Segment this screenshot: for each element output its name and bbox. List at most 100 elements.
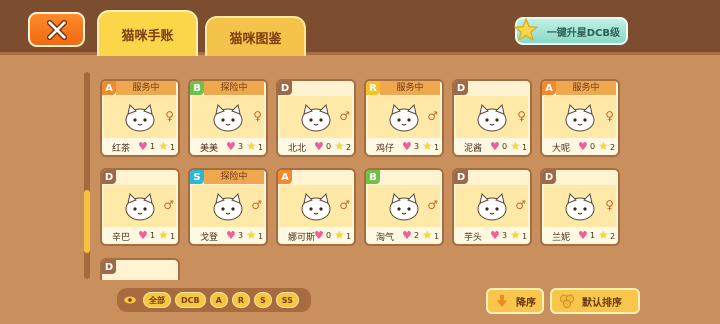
gender-icon: ♀: [605, 109, 614, 123]
gender-icon: ♂: [339, 109, 350, 123]
card-footer: 红茶 ♥ 1 ★ 1: [102, 138, 178, 155]
heart-icon: ♥: [402, 140, 412, 153]
cat-card[interactable]: 探险中 B ♀ 美美 ♥ 3 ★ 1: [188, 79, 268, 157]
gender-icon: ♂: [339, 198, 350, 212]
cat-card[interactable]: D ♀ 兰妮 ♥ 1 ★ 2: [540, 168, 620, 246]
star-icon: ★: [334, 228, 345, 242]
filter-s[interactable]: S: [253, 292, 272, 308]
cat-card[interactable]: A ♂ 娜可斯 ♥ 0 ★ 1: [276, 168, 356, 246]
cat-face-icon: [301, 104, 331, 132]
one-click-upgrade-button[interactable]: 一键升星DCB级: [513, 17, 628, 45]
cat-card[interactable]: D: [100, 258, 180, 280]
heart-icon: ♥: [578, 229, 588, 242]
sort-descending-button[interactable]: 降序: [486, 288, 544, 314]
star-count: 1: [258, 143, 264, 152]
status-text: 服务中: [572, 83, 600, 93]
scrollbar[interactable]: [84, 72, 90, 279]
eye-icon[interactable]: [123, 293, 137, 307]
heart-count: 3: [238, 142, 244, 151]
status-tag: 服务中: [556, 81, 616, 95]
cat-face-icon: [565, 193, 595, 221]
grade-badge: D: [454, 170, 468, 184]
cat-card[interactable]: D ♂ 芋头 ♥ 3 ★ 1: [452, 168, 532, 246]
card-footer: 泥酱 ♥ 0 ★ 1: [454, 138, 530, 155]
gender-icon: ♂: [427, 198, 438, 212]
grade-badge: D: [102, 260, 116, 274]
star-count: 1: [522, 143, 528, 152]
cat-face-icon: [389, 104, 419, 132]
grade-badge: D: [454, 81, 468, 95]
card-footer: 芋头 ♥ 3 ★ 1: [454, 227, 530, 244]
cat-name: 戈登: [200, 233, 219, 243]
star-icon: ★: [334, 139, 345, 153]
gender-icon: ♂: [515, 198, 526, 212]
one-click-upgrade-label: 一键升星DCB级: [546, 27, 620, 39]
grade-badge: R: [366, 81, 380, 95]
star-icon: ★: [422, 139, 433, 153]
star-count: 2: [610, 143, 616, 152]
filter-ss[interactable]: SS: [275, 292, 299, 308]
cat-name: 淘气: [376, 233, 395, 243]
status-tag: 探险中: [204, 81, 264, 95]
card-footer: 兰妮 ♥ 1 ★ 2: [542, 227, 618, 244]
cat-face-icon: [565, 104, 595, 132]
cat-name: 美美: [200, 144, 219, 154]
star-icon: ★: [510, 139, 521, 153]
cat-name: 北北: [288, 144, 307, 154]
star-icon: ★: [598, 139, 609, 153]
cat-name: 红茶: [112, 144, 131, 154]
cat-card[interactable]: 服务中 A ♀ 大呢 ♥ 0 ★ 2: [540, 79, 620, 157]
heart-count: 3: [414, 142, 420, 151]
filter-a[interactable]: A: [209, 292, 228, 308]
card-footer: 大呢 ♥ 0 ★ 2: [542, 138, 618, 155]
star-count: 1: [170, 143, 176, 152]
cat-card[interactable]: D ♂ 北北 ♥ 0 ★ 2: [276, 79, 356, 157]
gender-icon: ♂: [251, 198, 262, 212]
heart-icon: ♥: [138, 229, 148, 242]
close-icon: [46, 19, 67, 40]
status-tag: 服务中: [116, 81, 176, 95]
heart-count: 3: [238, 231, 244, 240]
star-count: 1: [434, 143, 440, 152]
filter-dcb[interactable]: DCB: [175, 292, 206, 308]
cat-card[interactable]: B ♂ 淘气 ♥ 2 ★ 1: [364, 168, 444, 246]
cat-card[interactable]: 服务中 R ♂ 鸡仔 ♥ 3 ★ 1: [364, 79, 444, 157]
card-footer: 北北 ♥ 0 ★ 2: [278, 138, 354, 155]
cat-name: 大呢: [552, 144, 571, 154]
heart-count: 0: [326, 142, 332, 151]
gender-icon: ♀: [605, 198, 614, 212]
card-footer: 辛巴 ♥ 1 ★ 1: [102, 227, 178, 244]
close-button[interactable]: [28, 12, 85, 47]
tab-cat-gallery[interactable]: 猫咪图鉴: [205, 16, 306, 56]
heart-icon: ♥: [226, 229, 236, 242]
status-text: 探险中: [220, 172, 248, 182]
star-icon: ★: [246, 228, 257, 242]
heart-count: 2: [414, 231, 420, 240]
cat-face-icon: [301, 193, 331, 221]
cat-name: 兰妮: [552, 233, 571, 243]
star-count: 2: [346, 143, 352, 152]
cat-face-icon: [477, 193, 507, 221]
tab-cat-gallery-label: 猫咪图鉴: [229, 31, 282, 47]
filter-r[interactable]: R: [231, 292, 250, 308]
cat-card[interactable]: 服务中 A ♀ 红茶 ♥ 1 ★ 1: [100, 79, 180, 157]
cat-face-icon: [389, 193, 419, 221]
heart-icon: ♥: [138, 140, 148, 153]
tab-cat-journal[interactable]: 猫咪手账: [97, 10, 198, 56]
heart-icon: ♥: [314, 229, 324, 242]
grade-badge: B: [190, 81, 204, 95]
cat-card[interactable]: 探险中 S ♂ 戈登 ♥ 3 ★ 1: [188, 168, 268, 246]
cat-face-icon: [125, 193, 155, 221]
scrollbar-thumb[interactable]: [84, 190, 90, 253]
sort-default-button[interactable]: 默认排序: [550, 288, 640, 314]
grade-badge: D: [102, 170, 116, 184]
filter-all[interactable]: 全部: [143, 292, 171, 308]
status-text: 服务中: [132, 83, 160, 93]
cat-card[interactable]: D ♂ 辛巴 ♥ 1 ★ 1: [100, 168, 180, 246]
heart-icon: ♥: [226, 140, 236, 153]
cat-card[interactable]: D ♀ 泥酱 ♥ 0 ★ 1: [452, 79, 532, 157]
card-footer: 戈登 ♥ 3 ★ 1: [190, 227, 266, 244]
gender-icon: ♂: [427, 109, 438, 123]
card-footer: 鸡仔 ♥ 3 ★ 1: [366, 138, 442, 155]
heart-count: 0: [326, 231, 332, 240]
